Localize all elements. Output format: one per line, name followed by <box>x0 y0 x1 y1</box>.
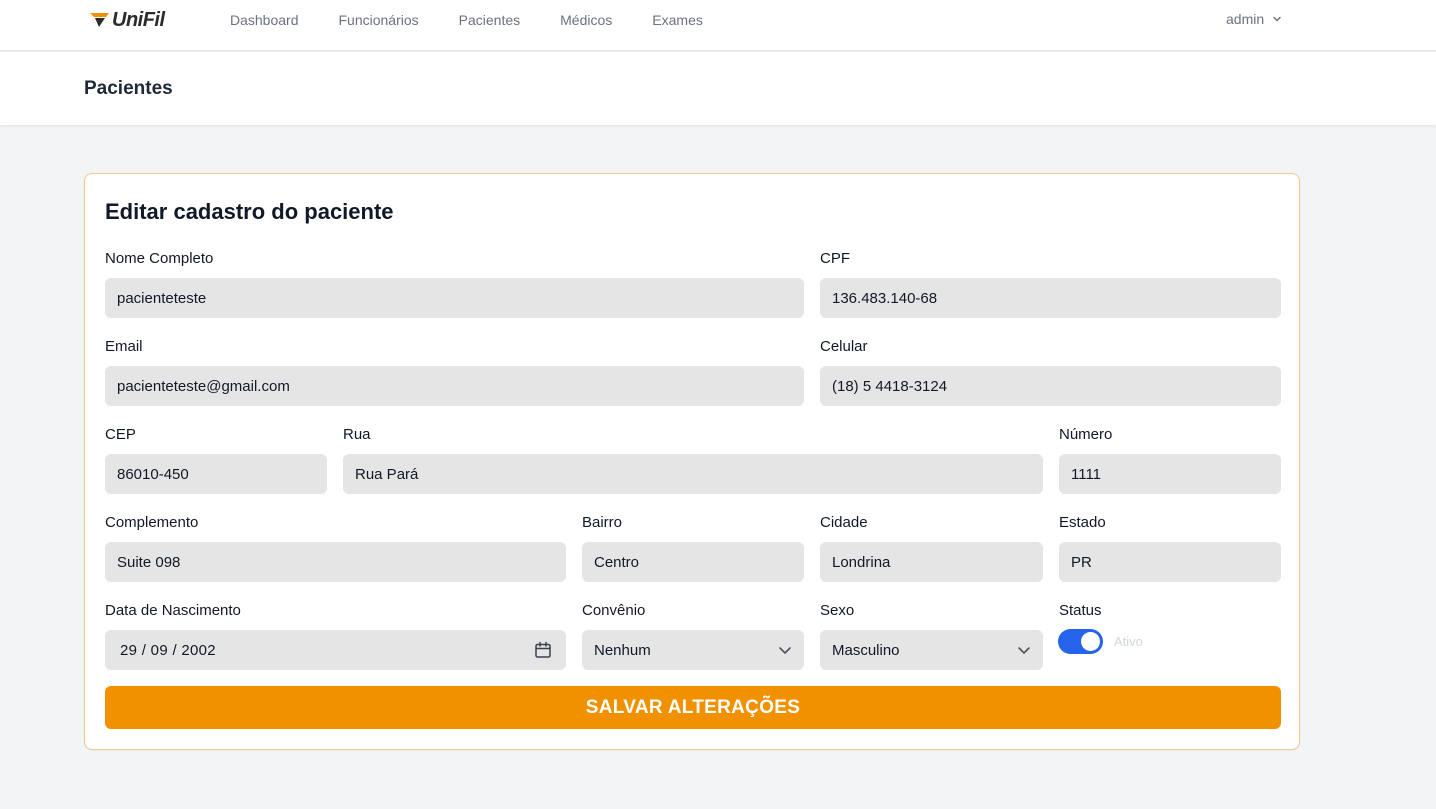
page-header: Pacientes <box>0 52 1436 125</box>
cidade-label: Cidade <box>820 514 868 531</box>
nav-link-dashboard[interactable]: Dashboard <box>230 12 299 28</box>
numero-input[interactable]: 1111 <box>1059 454 1281 494</box>
status-value: Ativo <box>1114 634 1143 649</box>
rua-input[interactable]: Rua Pará <box>343 454 1043 494</box>
nav-link-pacientes[interactable]: Pacientes <box>459 12 520 28</box>
nome-input[interactable]: pacienteteste <box>105 278 804 318</box>
status-toggle[interactable] <box>1058 629 1103 654</box>
estado-input[interactable]: PR <box>1059 542 1281 582</box>
form-title: Editar cadastro do paciente <box>105 199 394 224</box>
nav-link-exames[interactable]: Exames <box>652 12 703 28</box>
nav-link-funcionarios[interactable]: Funcionários <box>339 12 419 28</box>
cpf-label: CPF <box>820 250 850 267</box>
cpf-value: 136.483.140-68 <box>832 289 938 307</box>
complemento-label: Complemento <box>105 514 199 531</box>
nascimento-value: 29 / 09 / 2002 <box>120 641 216 659</box>
nome-value: pacienteteste <box>117 289 207 307</box>
brand-name: UniFil <box>112 9 165 31</box>
rua-value: Rua Pará <box>355 465 419 483</box>
numero-value: 1111 <box>1071 465 1102 483</box>
unifil-logo-mark-icon <box>90 13 109 27</box>
estado-label: Estado <box>1059 514 1106 531</box>
status-label: Status <box>1059 602 1102 619</box>
page-title: Pacientes <box>84 78 173 99</box>
numero-label: Número <box>1059 426 1113 443</box>
estado-value: PR <box>1071 553 1092 571</box>
nascimento-date-input[interactable]: 29 / 09 / 2002 <box>105 630 566 670</box>
celular-input[interactable]: (18) 5 4418-3124 <box>820 366 1281 406</box>
user-name: admin <box>1226 11 1265 27</box>
email-label: Email <box>105 338 143 355</box>
chevron-down-icon <box>1273 16 1281 22</box>
bairro-label: Bairro <box>582 514 623 531</box>
celular-label: Celular <box>820 338 868 355</box>
email-value: pacienteteste@gmail.com <box>117 377 290 395</box>
cep-value: 86010-450 <box>117 465 189 483</box>
sexo-select[interactable]: Masculino <box>820 630 1043 670</box>
cep-label: CEP <box>105 426 136 443</box>
chevron-down-icon <box>779 647 791 654</box>
complemento-value: Suite 098 <box>117 553 181 571</box>
brand-logo[interactable]: UniFil <box>90 9 165 31</box>
nome-label: Nome Completo <box>105 250 214 267</box>
email-input[interactable]: pacienteteste@gmail.com <box>105 366 804 406</box>
cep-input[interactable]: 86010-450 <box>105 454 327 494</box>
nascimento-label: Data de Nascimento <box>105 602 241 619</box>
cpf-input[interactable]: 136.483.140-68 <box>820 278 1281 318</box>
rua-label: Rua <box>343 426 371 443</box>
bairro-value: Centro <box>594 553 640 571</box>
chevron-down-icon <box>1018 647 1030 654</box>
nav-link-medicos[interactable]: Médicos <box>560 12 612 28</box>
toggle-knob <box>1081 632 1100 651</box>
main-nav: Dashboard Funcionários Pacientes Médicos… <box>230 12 743 28</box>
cidade-value: Londrina <box>832 553 891 571</box>
top-navbar: UniFil Dashboard Funcionários Pacientes … <box>0 0 1436 51</box>
convenio-value: Nenhum <box>594 641 651 659</box>
edit-patient-card: Editar cadastro do paciente Nome Complet… <box>84 173 1300 750</box>
convenio-select[interactable]: Nenhum <box>582 630 804 670</box>
sexo-value: Masculino <box>832 641 900 659</box>
user-menu[interactable]: admin <box>1226 11 1282 27</box>
save-changes-button[interactable]: SALVAR ALTERAÇÕES <box>105 686 1281 729</box>
complemento-input[interactable]: Suite 098 <box>105 542 566 582</box>
cidade-input[interactable]: Londrina <box>820 542 1043 582</box>
celular-value: (18) 5 4418-3124 <box>832 377 948 395</box>
convenio-label: Convênio <box>582 602 646 619</box>
bairro-input[interactable]: Centro <box>582 542 804 582</box>
calendar-icon[interactable] <box>534 641 552 659</box>
sexo-label: Sexo <box>820 602 855 619</box>
